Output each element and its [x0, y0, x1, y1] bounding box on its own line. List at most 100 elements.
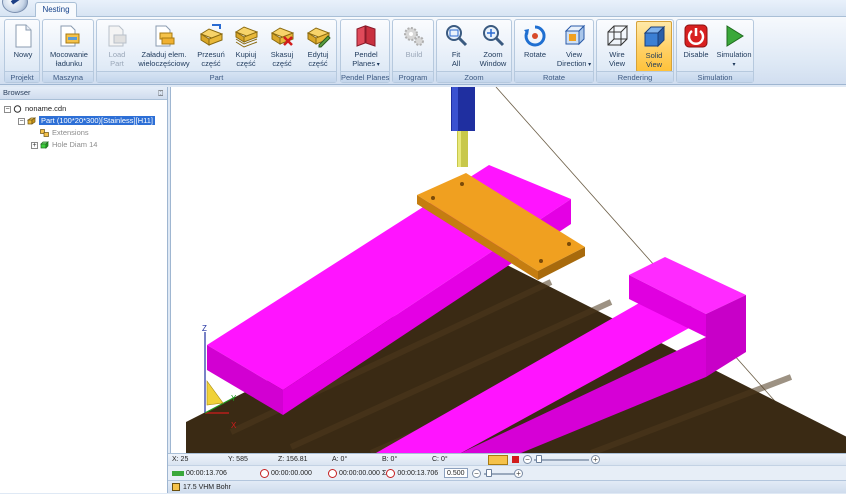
- tool-highlight: [458, 131, 461, 167]
- timer-2: 00:00:00.000: [260, 466, 312, 481]
- load-part-icon: [108, 25, 127, 47]
- tool-name: 17.5 VHM Bohr: [183, 484, 231, 491]
- build-button[interactable]: Build: [395, 21, 433, 72]
- play-icon: [726, 25, 744, 47]
- 3d-viewport[interactable]: Z Y X: [170, 87, 846, 453]
- speed-minus-button[interactable]: −: [472, 469, 481, 478]
- group-simulation: Disable Simulation Simulation: [676, 19, 754, 83]
- slider-plus-button[interactable]: +: [591, 455, 600, 464]
- hole-marker: [567, 242, 571, 246]
- hole-marker: [539, 259, 543, 263]
- browser-header: Browser ⍠: [0, 87, 167, 100]
- group-label-zoom: Zoom: [437, 71, 511, 82]
- zoom-window-button[interactable]: Zoom Window: [475, 21, 511, 72]
- tab-nesting[interactable]: Nesting: [35, 2, 77, 18]
- group-maszyna: Mocowanie ładunku Maszyna: [42, 19, 94, 83]
- magnifier-fit-icon: [446, 25, 468, 47]
- part-node-icon: [27, 117, 36, 125]
- group-label-rendering: Rendering: [597, 71, 673, 82]
- group-projekt: Nowy Projekt: [4, 19, 40, 83]
- tree-item-hole[interactable]: + Hole Diam 14: [31, 139, 97, 150]
- clock-icon: [328, 468, 337, 478]
- ribbon-tab-strip: Nesting: [0, 0, 846, 18]
- tree-item-project[interactable]: − noname.cdn: [4, 103, 66, 114]
- group-label-simulation: Simulation: [677, 71, 753, 82]
- new-project-button[interactable]: Nowy: [7, 21, 39, 72]
- fit-all-button[interactable]: Fit All: [439, 21, 473, 72]
- load-multipart-button[interactable]: Załaduj elem. wieloczęściowy: [137, 21, 191, 72]
- wire-view-button[interactable]: Wire View: [599, 21, 635, 72]
- stop-icon[interactable]: [512, 456, 519, 463]
- hole-feature-icon: [40, 141, 49, 149]
- load-part-button[interactable]: Load Part: [99, 21, 135, 72]
- speed-slider-thumb[interactable]: [486, 469, 492, 477]
- browser-panel: Browser ⍠ − noname.cdn − Part (100*20*300)…: [0, 87, 168, 493]
- load-fixture-button[interactable]: Mocowanie ładunku: [45, 21, 93, 72]
- slider-minus-button[interactable]: −: [523, 455, 532, 464]
- copy-part-button[interactable]: Kupiuj część: [229, 21, 263, 72]
- tree-label-project: noname.cdn: [25, 104, 67, 113]
- timer-3: 00:00:00.000: [328, 466, 380, 481]
- timers-bar: 00:00:13.706 00:00:00.000 00:00:00.000 Σ…: [168, 465, 846, 480]
- pendel-planes-button[interactable]: Pendel Planes: [343, 21, 389, 72]
- clock-icon: [386, 468, 396, 478]
- tree-label-extensions: Extensions: [52, 128, 89, 137]
- delete-part-icon: [270, 27, 295, 46]
- group-part: Load Part Załaduj elem. wieloczęściowy P…: [96, 19, 337, 83]
- application-menu-button[interactable]: [2, 0, 28, 13]
- view-cube-icon: [564, 24, 586, 46]
- clock-icon: [260, 468, 269, 478]
- axis-label-z: Z: [202, 324, 207, 333]
- playback-slider-track[interactable]: [534, 459, 589, 461]
- view-direction-button[interactable]: View Direction: [555, 21, 593, 72]
- group-program: Build Program: [392, 19, 434, 83]
- move-part-button[interactable]: Przesuń część: [194, 21, 228, 72]
- collapse-toggle-icon[interactable]: −: [4, 105, 11, 113]
- axis-label-y: Y: [231, 394, 237, 403]
- gears-icon: [404, 27, 424, 46]
- tree-item-part[interactable]: − Part (100*20*300)[Stainless][H11]: [18, 115, 156, 126]
- collapse-toggle-icon[interactable]: −: [18, 117, 25, 125]
- group-label-part: Part: [97, 71, 336, 82]
- edit-part-icon: [306, 27, 331, 48]
- ribbon: Nowy Projekt Mocowanie ładunku Maszyna L…: [0, 17, 846, 85]
- timer-total: Σ 00:00:13.706: [382, 468, 439, 478]
- move-part-icon: [199, 24, 224, 46]
- delete-part-button[interactable]: Skasuj część: [265, 21, 299, 72]
- playback-slider-thumb[interactable]: [536, 455, 542, 463]
- multipart-icon: [155, 25, 175, 47]
- browser-title: Browser: [3, 88, 31, 97]
- group-pendel-planes: Pendel Planes Pendel Planes: [340, 19, 390, 83]
- group-label-pendel-planes: Pendel Planes: [341, 71, 390, 82]
- edit-part-button[interactable]: Edytuj część: [301, 21, 335, 72]
- group-rendering: Wire View Solid View Rendering: [596, 19, 674, 83]
- extensions-icon: [40, 129, 49, 137]
- scene-canvas[interactable]: Z Y X: [171, 87, 846, 453]
- rotate-icon: [524, 25, 546, 47]
- solid-view-button[interactable]: Solid View: [636, 21, 672, 72]
- toolpath-feed-icon: [172, 470, 184, 476]
- fixture-icon: [60, 25, 80, 47]
- pin-icon[interactable]: ⍠: [158, 88, 163, 100]
- simulation-button[interactable]: Simulation: [715, 21, 753, 72]
- group-label-program: Program: [393, 71, 433, 82]
- speed-input[interactable]: 0.500: [444, 468, 468, 478]
- tree-label-hole: Hole Diam 14: [52, 140, 98, 149]
- expand-toggle-icon[interactable]: +: [31, 141, 38, 149]
- tool-status-bar: 17.5 VHM Bohr: [168, 480, 846, 493]
- axis-label-x: X: [231, 421, 237, 430]
- tool-path-icon[interactable]: [488, 455, 508, 465]
- coordinates-bar: X: 25 Y: 585 Z: 156.81 A: 0° B: 0° C: 0°…: [168, 453, 846, 465]
- power-icon: [684, 24, 708, 48]
- spindle-highlight: [452, 87, 458, 131]
- speed-plus-button[interactable]: +: [514, 469, 523, 478]
- disable-simulation-button[interactable]: Disable: [679, 21, 713, 72]
- hole-marker: [460, 182, 464, 186]
- timer-1: 00:00:13.706: [172, 466, 227, 481]
- tree-item-extensions[interactable]: Extensions: [40, 127, 89, 138]
- magnifier-window-icon: [483, 25, 505, 47]
- tree-label-part: Part (100*20*300)[Stainless][H11]: [39, 116, 156, 125]
- group-label-projekt: Projekt: [5, 71, 39, 82]
- hole-marker: [431, 196, 435, 200]
- rotate-button[interactable]: Rotate: [517, 21, 553, 72]
